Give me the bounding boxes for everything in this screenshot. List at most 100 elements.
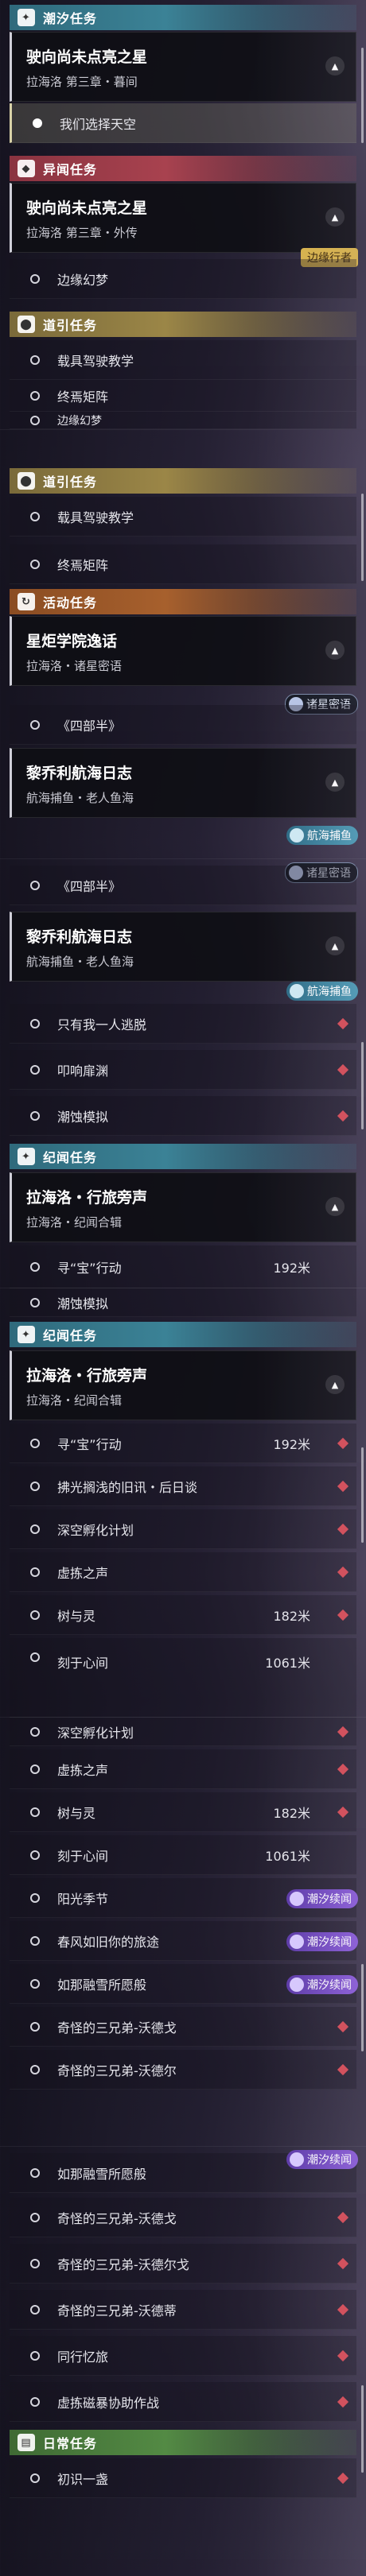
- chevron-up-icon[interactable]: ▲: [325, 1197, 345, 1216]
- radio-icon: [30, 1438, 40, 1448]
- quest-step[interactable]: 奇怪的三兄弟-沃德蒂: [10, 2290, 356, 2330]
- quest-marker-icon: [337, 2349, 349, 2361]
- radio-icon: [30, 2021, 40, 2032]
- scrollbar[interactable]: [361, 1042, 364, 1129]
- category-label: 日常任务: [43, 2436, 98, 2451]
- quest-step-label: 奇怪的三兄弟-沃德戈: [57, 2210, 177, 2226]
- category-daily-quests[interactable]: ▤ 日常任务: [10, 2430, 356, 2455]
- quest-step[interactable]: 树与灵 182米: [10, 1792, 356, 1832]
- quest-step-label: 虚拣磁暴协助作战: [57, 2395, 160, 2411]
- chevron-up-icon[interactable]: ▲: [325, 936, 345, 955]
- quest-step[interactable]: 深空孵化计划: [10, 1718, 356, 1746]
- quest-card[interactable]: 拉海洛・行旅旁声 拉海洛・纪闻合辑 ▲: [10, 1350, 356, 1420]
- quest-card[interactable]: 驶向尚未点亮之星 拉海洛 第三章・外传 ▲: [10, 183, 356, 253]
- quest-step-label: 刻于心间: [57, 1848, 109, 1864]
- quest-title: 黎乔利航海日志: [26, 928, 133, 946]
- quest-step-label: 同行忆旅: [57, 2349, 109, 2365]
- quest-card[interactable]: 星炬学院逸话 拉海洛・诸星密语 ▲: [10, 616, 356, 686]
- quest-card[interactable]: 黎乔利航海日志 航海捕鱼・老人鱼海 ▲: [10, 748, 356, 818]
- quest-tag-tidal-sequel: 潮汐续闻: [286, 1889, 358, 1908]
- radio-icon: [30, 1567, 40, 1577]
- quest-step[interactable]: 《四部半》: [10, 866, 356, 905]
- quest-card[interactable]: 驶向尚未点亮之星 拉海洛 第三章・暮间 ▲: [10, 32, 356, 102]
- quest-subtitle: 拉海洛・纪闻合辑: [26, 1393, 123, 1408]
- category-event-quests[interactable]: ↻ 活动任务: [10, 589, 356, 614]
- radio-icon: [30, 1018, 40, 1028]
- quest-step[interactable]: 拂光搁浅的旧讯・后日谈: [10, 1466, 356, 1506]
- quest-step[interactable]: 只有我一人逃脱: [10, 1004, 356, 1044]
- quest-step-label: 潮蚀模拟: [57, 1109, 109, 1125]
- chevron-up-icon[interactable]: ▲: [325, 1375, 345, 1394]
- quest-marker-icon: [337, 2303, 349, 2315]
- quest-step-label: 终焉矩阵: [57, 389, 109, 405]
- category-chronicle-quests[interactable]: ✦ 纪闻任务: [10, 1144, 356, 1169]
- category-chronicle-quests[interactable]: ✦ 纪闻任务: [10, 1322, 356, 1347]
- quest-marker-icon: [337, 2396, 349, 2407]
- quest-step[interactable]: 《四部半》: [10, 705, 356, 745]
- quest-step[interactable]: 树与灵 182米: [10, 1595, 356, 1635]
- quest-step[interactable]: 潮蚀模拟: [10, 1288, 356, 1317]
- quest-step-label: 拂光搁浅的旧讯・后日谈: [57, 1479, 198, 1495]
- quest-step[interactable]: 奇怪的三兄弟-沃德戈: [10, 2198, 356, 2237]
- category-tidal-quests[interactable]: ✦ 潮汐任务: [10, 5, 356, 30]
- quest-step[interactable]: 边缘幻梦: [10, 412, 356, 429]
- quest-step[interactable]: 潮蚀模拟: [10, 1096, 356, 1136]
- quest-step-label: 只有我一人逃脱: [57, 1017, 147, 1032]
- quest-step[interactable]: 叩响扉渊: [10, 1050, 356, 1090]
- category-anomaly-quests[interactable]: ◆ 异闻任务: [10, 156, 356, 181]
- category-label: 道引任务: [43, 475, 98, 490]
- quest-step[interactable]: 边缘幻梦: [10, 259, 356, 299]
- quest-step[interactable]: 奇怪的三兄弟-沃德尔戈: [10, 2244, 356, 2284]
- quest-step[interactable]: 奇怪的三兄弟-沃德尔: [10, 2050, 356, 2090]
- radio-icon: [30, 273, 40, 284]
- quest-step[interactable]: 终焉矩阵: [10, 380, 356, 412]
- quest-title: 黎乔利航海日志: [26, 765, 133, 782]
- quest-step[interactable]: 寻“宝”行动 192米: [10, 1245, 356, 1288]
- quest-step[interactable]: 奇怪的三兄弟-沃德戈: [10, 2007, 356, 2047]
- quest-distance: 192米: [273, 1436, 310, 1452]
- quest-card[interactable]: 拉海洛・行旅旁声 拉海洛・纪闻合辑 ▲: [10, 1172, 356, 1242]
- quest-step[interactable]: 初识一盏: [10, 2458, 356, 2498]
- quest-step-label: 刻于心间: [57, 1656, 109, 1671]
- quest-step-label: 潮蚀模拟: [57, 1296, 109, 1311]
- scrollbar[interactable]: [361, 1964, 364, 2051]
- category-guide-quests[interactable]: ⬤ 道引任务: [10, 312, 356, 337]
- category-guide-quests[interactable]: ⬤ 道引任务: [10, 468, 356, 494]
- chevron-up-icon[interactable]: ▲: [325, 207, 345, 227]
- quest-title: 驶向尚未点亮之星: [26, 48, 148, 66]
- quest-step-label: 初识一盏: [57, 2471, 109, 2487]
- quest-step-label: 终焉矩阵: [57, 557, 109, 573]
- quest-card[interactable]: 黎乔利航海日志 航海捕鱼・老人鱼海 ▲: [10, 912, 356, 982]
- quest-step[interactable]: 刻于心间 1061米: [10, 1638, 356, 1718]
- radio-icon: [30, 1978, 40, 1989]
- quest-distance: 1061米: [265, 1656, 310, 1671]
- quest-step-label: 奇怪的三兄弟-沃德尔: [57, 2063, 177, 2078]
- quest-step-label: 寻“宝”行动: [57, 1260, 122, 1276]
- quest-step[interactable]: 虚拣之声: [10, 1749, 356, 1789]
- scrollbar[interactable]: [361, 494, 364, 581]
- quest-step[interactable]: 深空孵化计划: [10, 1509, 356, 1549]
- quest-step[interactable]: 同行忆旅: [10, 2336, 356, 2376]
- quest-step-selected[interactable]: 我们选择天空: [10, 103, 356, 143]
- quest-step-label: 载具驾驶教学: [57, 353, 134, 369]
- quest-step[interactable]: 虚拣磁暴协助作战: [10, 2382, 356, 2422]
- quest-step[interactable]: 终焉矩阵: [10, 544, 356, 584]
- quest-step[interactable]: 刻于心间 1061米: [10, 1835, 356, 1875]
- chevron-up-icon[interactable]: ▲: [325, 641, 345, 660]
- chevron-up-icon[interactable]: ▲: [325, 773, 345, 792]
- quest-distance: 192米: [273, 1260, 310, 1276]
- quest-tag-fishing: 航海捕鱼: [286, 982, 358, 1001]
- quest-step[interactable]: 载具驾驶教学: [10, 340, 356, 380]
- chevron-up-icon[interactable]: ▲: [325, 56, 345, 76]
- quest-subtitle: 航海捕鱼・老人鱼海: [26, 791, 134, 805]
- scrollbar[interactable]: [361, 1447, 364, 1543]
- quest-step[interactable]: 载具驾驶教学: [10, 497, 356, 537]
- calendar-icon: ▤: [18, 2434, 35, 2451]
- quest-marker-icon: [337, 2063, 349, 2075]
- quest-step[interactable]: 寻“宝”行动 192米: [10, 1424, 356, 1463]
- scrollbar[interactable]: [361, 2385, 364, 2473]
- scrollbar[interactable]: [361, 48, 364, 143]
- quest-step[interactable]: 虚拣之声: [10, 1552, 356, 1592]
- category-label: 纪闻任务: [43, 1150, 98, 1165]
- quest-distance: 182米: [273, 1608, 310, 1624]
